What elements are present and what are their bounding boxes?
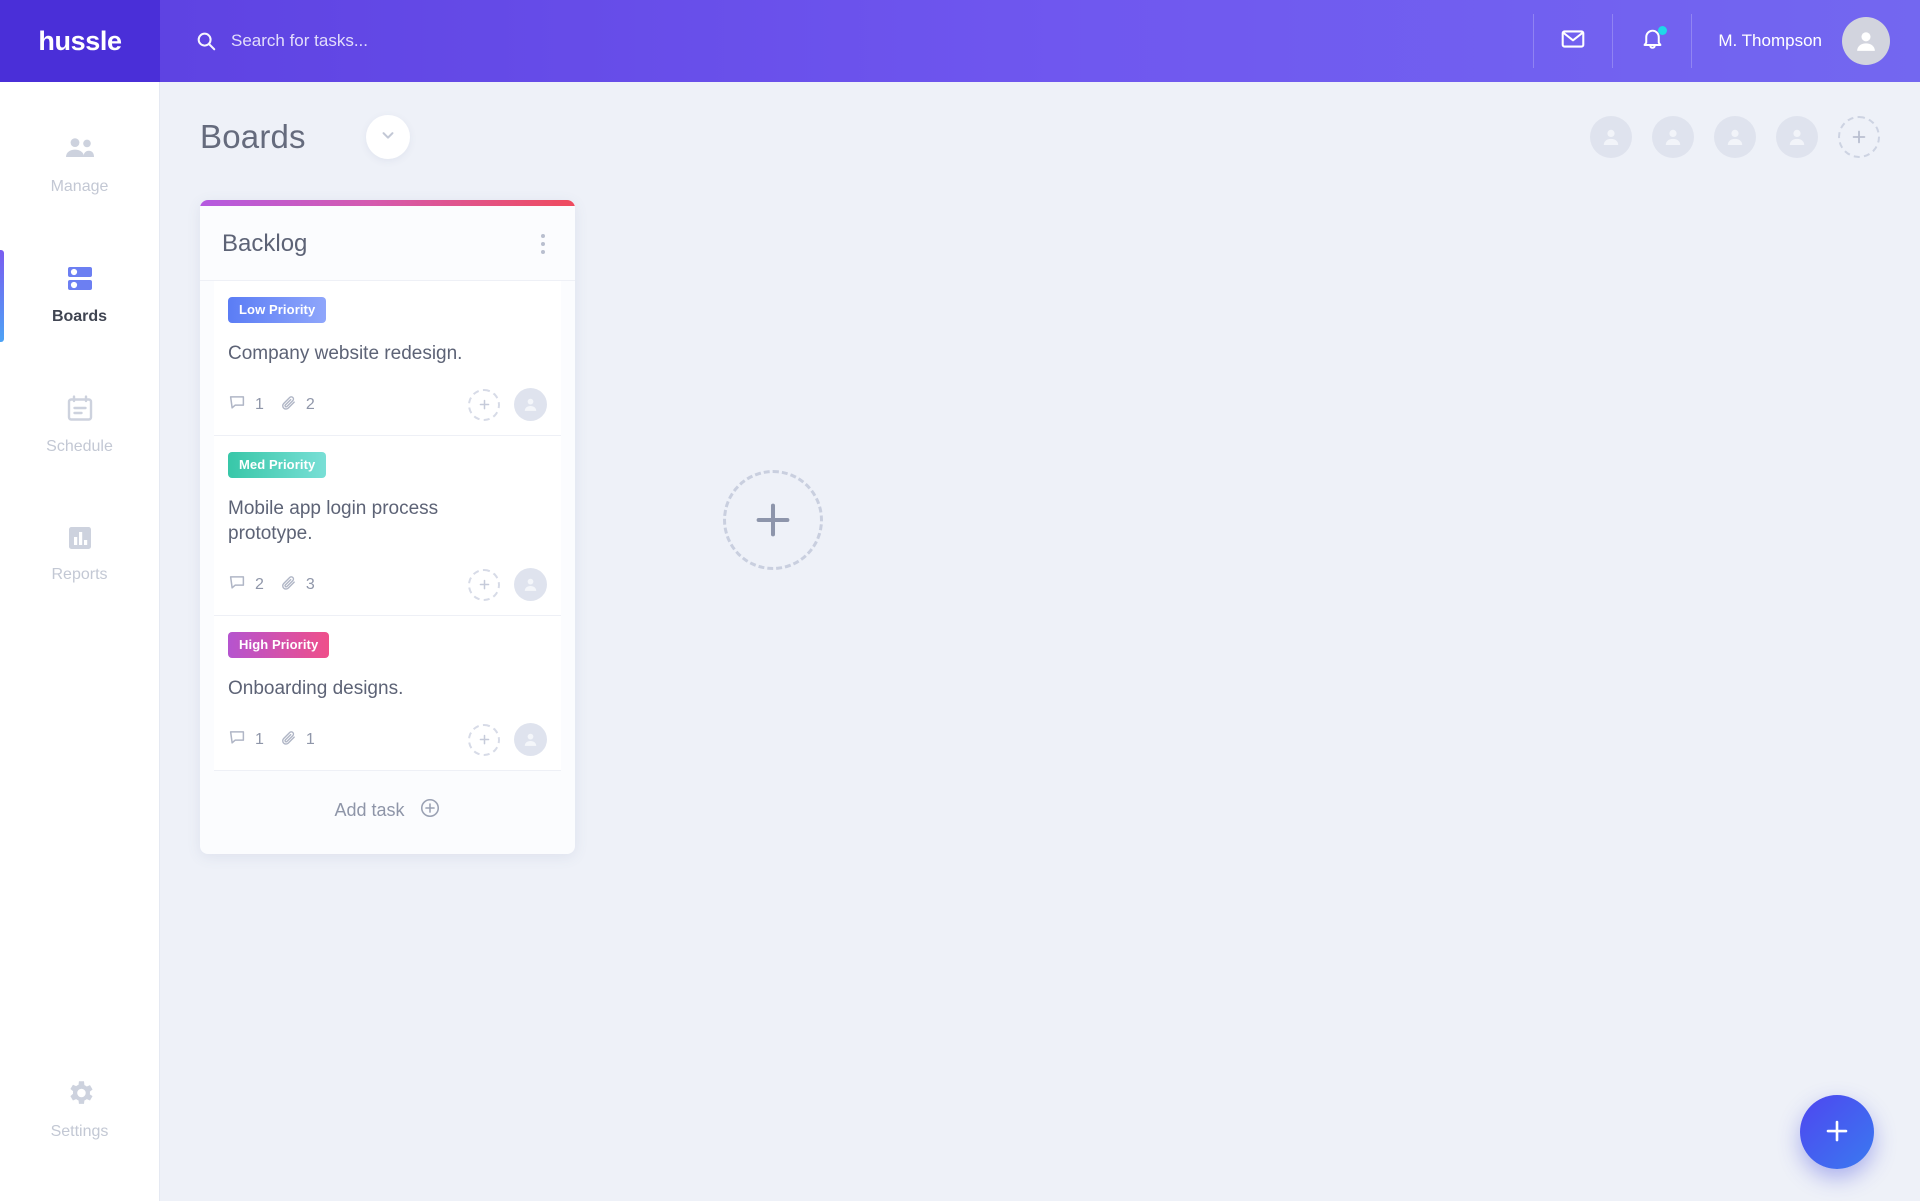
comment-count: 1 [228, 393, 264, 416]
member-avatar[interactable] [1652, 116, 1694, 158]
board-members [1590, 116, 1880, 158]
sidebar-item-label: Boards [51, 308, 108, 325]
notifications-button[interactable] [1613, 0, 1691, 82]
page-title: Boards [200, 118, 306, 155]
member-avatar[interactable] [1776, 116, 1818, 158]
app-body: Manage Boards Schedule Reports Settings … [0, 82, 1920, 1201]
task-title: Mobile app login process prototype. [228, 498, 439, 545]
task-footer: 1 2 [228, 388, 547, 422]
add-assignee-button[interactable] [468, 568, 500, 601]
paperclip-icon [280, 729, 297, 751]
comment-icon [228, 573, 246, 596]
assignee-avatar[interactable] [514, 388, 547, 422]
add-column-button[interactable] [722, 470, 823, 570]
user-menu[interactable]: M. Thompson [1692, 0, 1920, 82]
task-title: Onboarding designs. [228, 678, 404, 700]
board-columns: Backlog Low Priority Company website red… [200, 192, 1880, 855]
member-avatar[interactable] [1590, 116, 1632, 158]
calendar-icon [65, 394, 95, 429]
sidebar-item-schedule[interactable]: Schedule [0, 378, 159, 474]
member-avatar[interactable] [1714, 116, 1756, 158]
avatar [1842, 17, 1890, 65]
search-input[interactable] [231, 27, 691, 55]
attachment-count: 1 [280, 729, 315, 751]
comment-count: 2 [228, 573, 264, 596]
more-vertical-icon[interactable] [535, 228, 551, 260]
add-task-button[interactable]: Add task [200, 771, 575, 854]
paperclip-icon [280, 574, 297, 596]
status-badge: High Priority [228, 632, 330, 659]
task-assignees [468, 388, 547, 422]
sidebar-item-reports[interactable]: Reports [0, 508, 159, 602]
comment-count-value: 2 [255, 575, 264, 593]
gear-icon [64, 1077, 96, 1114]
status-badge: Low Priority [228, 297, 327, 323]
attachment-count-value: 3 [305, 575, 315, 593]
create-button[interactable] [1800, 1095, 1874, 1169]
boards-icon [64, 264, 96, 299]
messages-button[interactable] [1534, 0, 1612, 82]
sidebar-item-manage[interactable]: Manage [0, 120, 159, 214]
attachment-count-value: 2 [305, 395, 315, 413]
search-icon [195, 30, 217, 52]
add-task-label: Add task [334, 800, 405, 821]
add-member-button[interactable] [1838, 116, 1880, 158]
sidebar-item-label: Settings [50, 1123, 109, 1140]
assignee-avatar[interactable] [514, 568, 547, 602]
task-card[interactable]: Med Priority Mobile app login process pr… [214, 436, 561, 617]
sidebar-item-label: Reports [51, 566, 108, 583]
sidebar: Manage Boards Schedule Reports Settings [0, 82, 160, 1201]
task-title: Company website redesign. [228, 343, 463, 364]
sidebar-item-settings[interactable]: Settings [0, 1061, 159, 1159]
column-title: Backlog [222, 230, 308, 257]
attachment-count: 3 [280, 574, 315, 596]
task-footer: 2 3 [228, 568, 547, 602]
comment-icon [228, 728, 246, 751]
task-footer: 1 1 [228, 723, 547, 757]
comment-icon [228, 393, 246, 416]
board-column-backlog: Backlog Low Priority Company website red… [200, 200, 575, 855]
task-assignees [468, 723, 547, 757]
sidebar-item-label: Manage [50, 178, 109, 195]
app-root: hussle Search for tasks... M. Thompson M… [0, 0, 1920, 1201]
paperclip-icon [280, 394, 297, 416]
sidebar-item-label: Schedule [46, 438, 113, 455]
mail-icon [1560, 26, 1586, 57]
add-assignee-button[interactable] [468, 388, 500, 421]
main-content: Boards Backlog Low Priority Company webs… [160, 82, 1920, 1201]
comment-count: 1 [228, 728, 264, 751]
chevron-down-icon [379, 126, 397, 149]
attachment-count: 2 [280, 394, 315, 416]
user-name: M. Thompson [1718, 31, 1822, 50]
notification-badge [1658, 26, 1668, 35]
assignee-avatar[interactable] [514, 723, 547, 757]
top-bar-actions: M. Thompson [1533, 0, 1920, 82]
status-badge: Med Priority [228, 452, 327, 479]
plus-icon [1822, 1116, 1852, 1149]
comment-count-value: 1 [255, 730, 264, 748]
page-header: Boards [200, 82, 1880, 192]
column-header: Backlog [200, 206, 575, 281]
task-card[interactable]: High Priority Onboarding designs. 1 1 [214, 616, 561, 772]
attachment-count-value: 1 [305, 730, 315, 748]
task-assignees [468, 568, 547, 602]
comment-count-value: 1 [255, 395, 264, 413]
add-assignee-button[interactable] [468, 723, 500, 756]
plus-circle-icon [419, 797, 441, 824]
task-card[interactable]: Low Priority Company website redesign. 1 [214, 281, 561, 437]
app-logo[interactable]: hussle [0, 0, 160, 82]
people-icon [63, 136, 97, 169]
add-column-area [585, 200, 960, 570]
board-selector-button[interactable] [365, 115, 410, 159]
top-bar: hussle Search for tasks... M. Thompson [0, 0, 1920, 82]
sidebar-item-boards[interactable]: Boards [0, 248, 159, 344]
bar-chart-icon [66, 524, 94, 557]
search-bar [160, 0, 1533, 82]
